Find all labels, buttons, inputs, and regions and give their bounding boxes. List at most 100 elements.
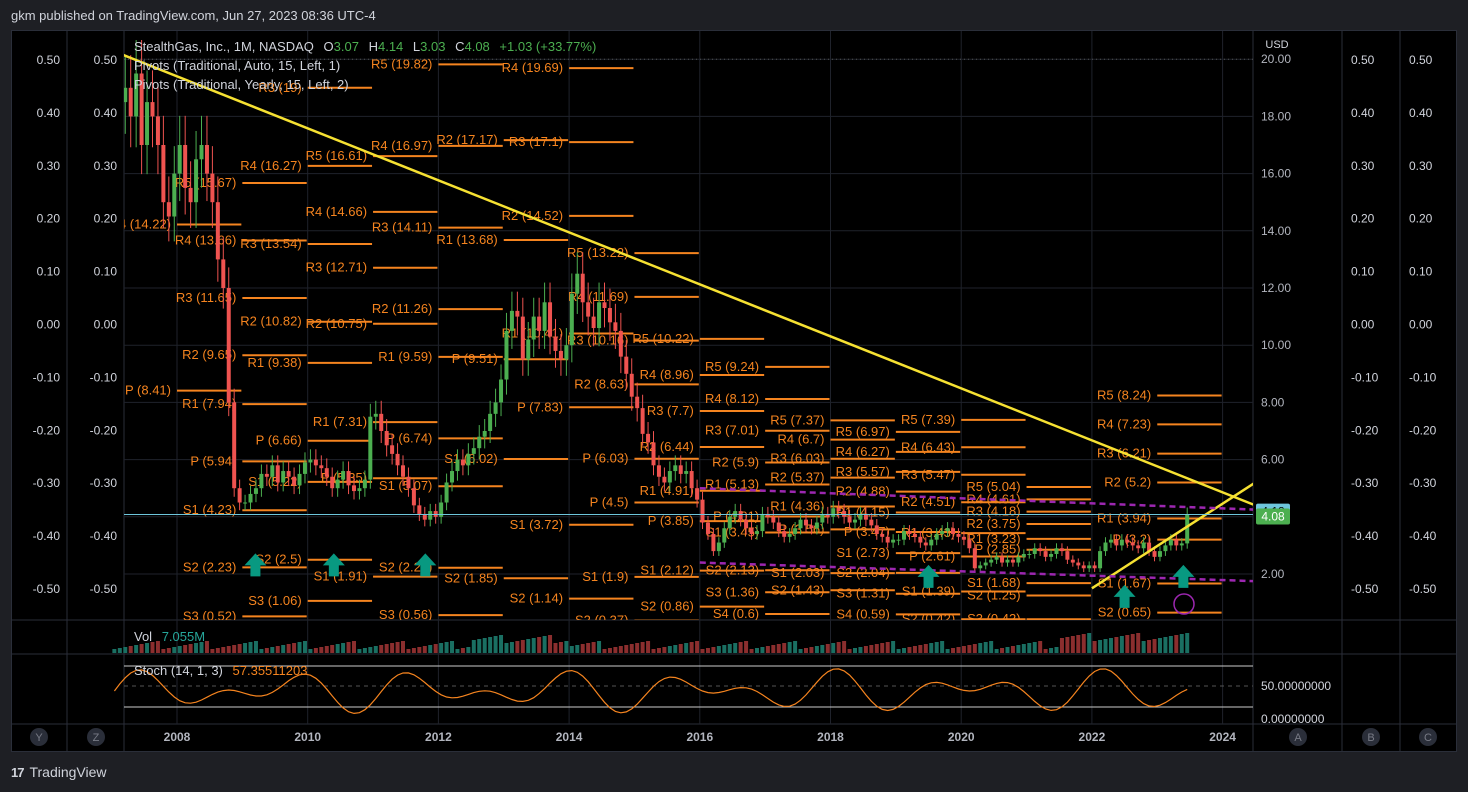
volume-bar: [368, 647, 373, 653]
pivots-legend-1[interactable]: Pivots (Traditional, Auto, 15, Left, 1): [134, 58, 340, 73]
pivot-label: R4 (7.23): [1097, 416, 1151, 431]
volume-bar: [183, 645, 188, 653]
candle-body: [482, 431, 487, 437]
volume-bar: [1010, 646, 1015, 653]
candle-body: [444, 482, 449, 503]
pivot-label: R3 (14.11): [372, 220, 432, 235]
side-tick-label: 0.10: [1409, 265, 1433, 279]
volume-bar: [286, 644, 291, 653]
pivot-label: P (2.85): [975, 542, 1021, 557]
pivot-label: P (4.5): [590, 495, 629, 510]
volume-bar: [281, 645, 286, 653]
candle-body: [575, 273, 580, 294]
volume-bar: [542, 636, 547, 653]
volume-bar: [292, 643, 297, 653]
volume-bar: [656, 648, 661, 653]
volume-bar: [439, 643, 444, 653]
candle-body: [351, 485, 356, 492]
volume-bar: [1098, 640, 1103, 653]
side-tick-label: 0.20: [37, 212, 61, 226]
candle-body: [362, 479, 367, 489]
candle-body: [319, 465, 324, 469]
candle-body: [564, 345, 569, 360]
volume-bar: [760, 647, 765, 653]
candle-body: [1168, 539, 1173, 546]
candle-body: [177, 145, 182, 174]
volume-bar: [591, 642, 596, 653]
candle-body: [934, 533, 939, 540]
volume-bar: [885, 642, 890, 653]
candle-body: [450, 471, 455, 483]
candle-body: [1119, 539, 1124, 546]
side-tick-label: 0.00: [37, 318, 61, 332]
volume-bar: [1065, 637, 1070, 653]
volume-bar: [1005, 647, 1010, 653]
candle-body: [531, 316, 536, 340]
open-label: O: [323, 39, 334, 54]
side-tick-label: 0.10: [37, 265, 61, 279]
pivot-label: S3 (1.36): [706, 584, 759, 599]
candle-body: [264, 473, 269, 477]
candle-body: [145, 102, 150, 145]
side-tick-label: -0.10: [1409, 370, 1437, 384]
high-value: 4.14: [377, 39, 404, 54]
side-tick-label: 0.30: [1409, 159, 1433, 173]
volume-bar: [793, 641, 798, 653]
candle-body: [411, 488, 416, 506]
candle-body: [401, 465, 406, 477]
volume-bar: [749, 649, 754, 653]
candle-body: [678, 465, 683, 474]
candle-body: [1130, 542, 1135, 546]
volume-bar: [488, 637, 493, 653]
volume-bar: [1157, 638, 1162, 653]
volume-bar: [602, 649, 607, 653]
candle-body: [243, 502, 248, 504]
candle-body: [499, 379, 504, 403]
pivots-legend-2[interactable]: Pivots (Traditional, Yearly, 15, Left, 2…: [134, 77, 349, 92]
candle-body: [727, 516, 732, 529]
candle-body: [787, 533, 792, 537]
stoch-tick-label: 50.00000000: [1261, 679, 1331, 693]
volume-bar: [450, 641, 455, 653]
side-tick-label: 0.20: [94, 212, 118, 226]
volume-bar: [341, 643, 346, 653]
volume-bar: [836, 642, 841, 653]
candle-body: [722, 528, 727, 543]
candle-body: [477, 436, 482, 449]
candle-body: [662, 476, 667, 483]
volume-bar: [324, 646, 329, 653]
pivot-label: P (8.41): [125, 383, 171, 398]
volume-bar: [499, 635, 504, 653]
volume-bar: [302, 641, 307, 653]
x-tick-label: 2024: [1209, 730, 1236, 744]
candle-body: [956, 533, 961, 537]
stoch-legend[interactable]: Stoch (14, 1, 3) 57.35511203: [134, 663, 307, 678]
volume-bar: [967, 645, 972, 653]
candle-body: [194, 159, 199, 203]
y-tick-label: 2.00: [1261, 567, 1285, 581]
volume-bar: [994, 649, 999, 653]
volume-bar: [253, 641, 258, 653]
candle-body: [656, 465, 661, 477]
candle-body: [357, 488, 362, 492]
pivot-label: R4 (14.66): [306, 204, 367, 219]
candle-body: [836, 508, 841, 512]
candle-body: [1043, 551, 1048, 557]
volume-bar: [1054, 647, 1059, 653]
volume-legend[interactable]: Vol 7.055M: [134, 629, 205, 644]
side-tick-label: -0.40: [33, 529, 61, 543]
candle-body: [972, 548, 977, 569]
candle-body: [226, 288, 231, 403]
volume-bar: [673, 645, 678, 653]
pivot-label: R2 (5.37): [770, 470, 824, 485]
pivot-label: P (6.74): [386, 430, 432, 445]
symbol-legend[interactable]: StealthGas, Inc., 1M, NASDAQ O3.07 H4.14…: [134, 39, 596, 54]
candle-body: [738, 511, 743, 520]
volume-bar: [983, 642, 988, 653]
pivot-label: R1 (13.68): [436, 232, 497, 247]
volume-bar: [395, 642, 400, 653]
candle-body: [1070, 559, 1075, 563]
volume-bar: [929, 643, 934, 653]
volume-bar: [1070, 636, 1075, 653]
candle-body: [471, 448, 476, 454]
